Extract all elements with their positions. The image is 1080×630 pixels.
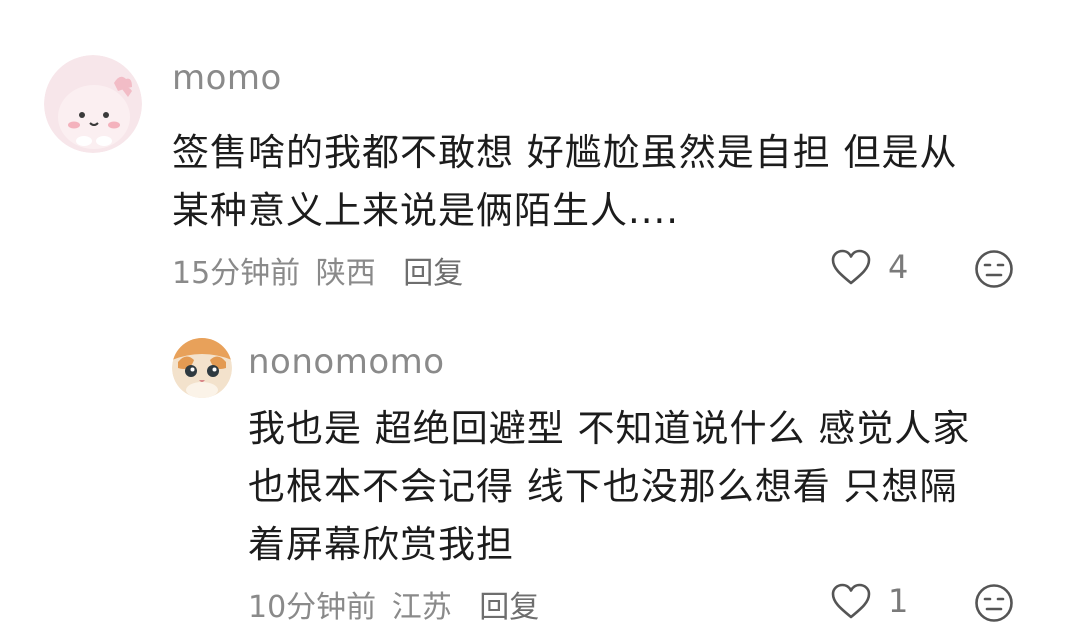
pink-dino-avatar-icon [44,55,142,153]
like-count: 1 [888,582,909,620]
heart-icon [831,249,871,285]
location: 陕西 [315,256,376,291]
reply-button[interactable]: 回复 [479,590,539,625]
like-count: 4 [888,248,909,286]
username[interactable]: nonomomo [248,342,445,382]
reply-button[interactable]: 回复 [403,256,463,291]
comment-meta: 10分钟前 江苏 回复 [248,582,539,626]
comment-line: 着屏幕欣赏我担 [248,523,514,566]
username[interactable]: momo [172,58,282,98]
comment-line: 我也是 超绝回避型 不知道说什么 感觉人家 [248,407,971,450]
like-button[interactable]: 1 [830,582,908,620]
comment-line: 也根本不会记得 线下也没那么想看 只想隔 [248,465,958,508]
comment-text: 我也是 超绝回避型 不知道说什么 感觉人家 也根本不会记得 线下也没那么想看 只… [248,400,970,574]
comment-meta: 15分钟前 陕西 回复 [172,248,463,292]
avatar[interactable] [172,338,232,398]
like-button[interactable]: 4 [830,248,908,286]
timestamp: 15分钟前 [172,256,301,291]
dislike-emoji-button[interactable] [974,249,1014,293]
comment-line: 签售啥的我都不敢想 好尴尬虽然是自担 但是从 [172,131,958,174]
avatar[interactable] [44,55,142,153]
orange-cat-avatar-icon [172,338,232,398]
comment-text: 签售啥的我都不敢想 好尴尬虽然是自担 但是从 某种意义上来说是俩陌生人.... [172,124,958,240]
comment-line: 某种意义上来说是俩陌生人.... [172,189,680,232]
location: 江苏 [391,590,452,625]
timestamp: 10分钟前 [248,590,377,625]
heart-icon [831,583,871,619]
neutral-face-icon [975,584,1013,622]
neutral-face-icon [975,250,1013,288]
dislike-emoji-button[interactable] [974,583,1014,627]
